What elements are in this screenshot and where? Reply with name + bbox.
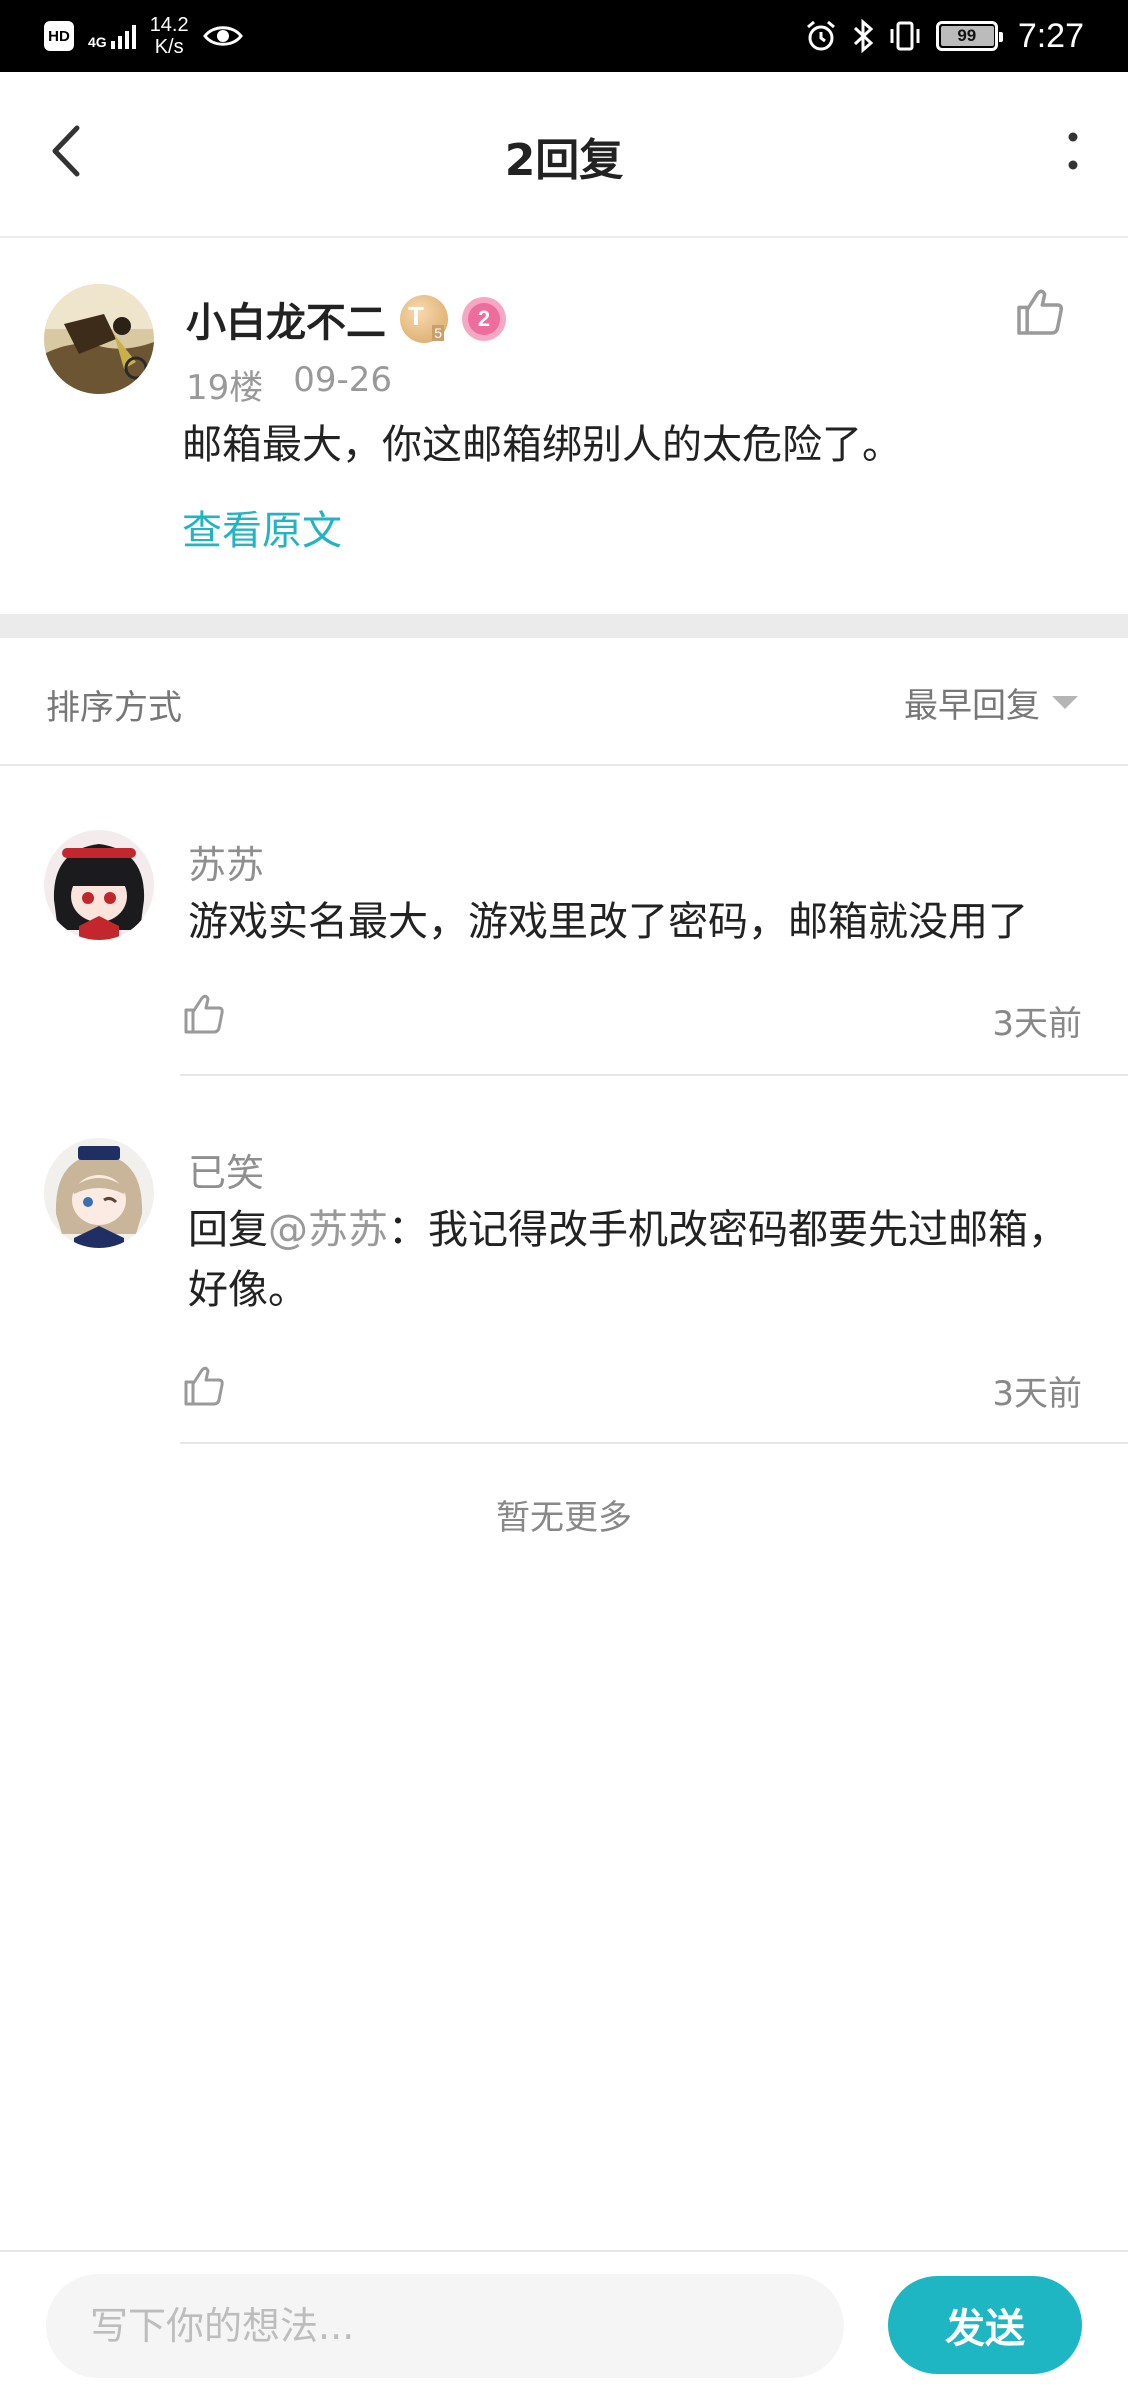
status-left: HD 4G 14.2 K/s bbox=[44, 10, 243, 62]
comment-composer: 发送 bbox=[0, 2250, 1128, 2400]
post-content: 邮箱最大，你这邮箱绑别人的太危险了。 bbox=[182, 422, 902, 468]
original-comment: 小白龙不二 T5 2 19楼 09-26 邮箱最大，你这邮箱绑别人的太危险了。 … bbox=[0, 240, 1128, 614]
author-name[interactable]: 小白龙不二 bbox=[186, 290, 386, 348]
alarm-icon bbox=[806, 20, 835, 51]
sort-bar: 排序方式 最早回复 bbox=[0, 638, 1128, 766]
post-meta: 19楼 09-26 bbox=[186, 360, 392, 409]
avatar[interactable] bbox=[44, 1138, 154, 1248]
no-more-text: 暂无更多 bbox=[496, 1498, 632, 1538]
send-button[interactable]: 发送 bbox=[888, 2276, 1082, 2374]
sort-dropdown[interactable]: 最早回复 bbox=[904, 678, 1078, 727]
more-options-button[interactable] bbox=[1048, 118, 1098, 184]
thumbs-up-icon[interactable] bbox=[180, 990, 228, 1038]
section-divider bbox=[0, 614, 1128, 638]
level-t-badge-icon: T5 bbox=[400, 295, 448, 343]
comment-input[interactable] bbox=[46, 2274, 844, 2378]
reply-item: 苏苏 游戏实名最大，游戏里改了密码，邮箱就没用了 3天前 bbox=[0, 768, 1128, 1076]
reply-time: 3天前 bbox=[992, 1374, 1082, 1414]
mention-link[interactable]: @苏苏 bbox=[268, 1207, 388, 1253]
hd-icon: HD bbox=[44, 21, 74, 51]
floor-number: 19楼 bbox=[186, 368, 264, 408]
reply-item: 已笑 回复@苏苏：我记得改手机改密码都要先过邮箱，好像。 3天前 bbox=[0, 1076, 1128, 1444]
reply-author[interactable]: 已笑 bbox=[188, 1142, 264, 1197]
avatar[interactable] bbox=[44, 284, 154, 394]
thumbs-up-icon[interactable] bbox=[180, 1362, 228, 1410]
signal-bars-icon bbox=[110, 23, 136, 49]
author-row: 小白龙不二 T5 2 bbox=[186, 290, 506, 348]
status-right: 99 7:27 bbox=[804, 10, 1084, 62]
divider bbox=[180, 1442, 1128, 1444]
reply-time: 3天前 bbox=[992, 1004, 1082, 1044]
status-bar: HD 4G 14.2 K/s 99 7:27 bbox=[0, 0, 1128, 72]
reply-content: 回复@苏苏：我记得改手机改密码都要先过邮箱，好像。 bbox=[188, 1200, 1068, 1320]
signal-icon: 4G bbox=[88, 23, 136, 49]
post-date: 09-26 bbox=[293, 360, 393, 400]
page-title: 2回复 bbox=[504, 135, 624, 186]
battery-icon: 99 bbox=[935, 21, 1003, 51]
bluetooth-icon bbox=[853, 19, 874, 53]
level-badge-icon: 2 bbox=[462, 297, 506, 341]
thumbs-up-icon[interactable] bbox=[1012, 284, 1068, 340]
reply-prefix: 回复 bbox=[188, 1207, 268, 1253]
sort-selected-value: 最早回复 bbox=[904, 686, 1040, 726]
network-speed: 14.2 K/s bbox=[149, 14, 189, 58]
vibrate-icon bbox=[890, 21, 920, 51]
eye-icon bbox=[202, 26, 243, 46]
network-type: 4G bbox=[88, 34, 107, 50]
caret-down-icon bbox=[1052, 696, 1078, 709]
view-original-link[interactable]: 查看原文 bbox=[182, 498, 342, 556]
reply-author[interactable]: 苏苏 bbox=[188, 834, 264, 889]
more-vertical-icon bbox=[1068, 132, 1078, 170]
clock: 7:27 bbox=[1017, 16, 1084, 55]
top-navbar: 2回复 bbox=[0, 72, 1128, 238]
avatar[interactable] bbox=[44, 830, 154, 940]
reply-content: 游戏实名最大，游戏里改了密码，邮箱就没用了 bbox=[188, 899, 1028, 945]
sort-label: 排序方式 bbox=[46, 688, 182, 728]
